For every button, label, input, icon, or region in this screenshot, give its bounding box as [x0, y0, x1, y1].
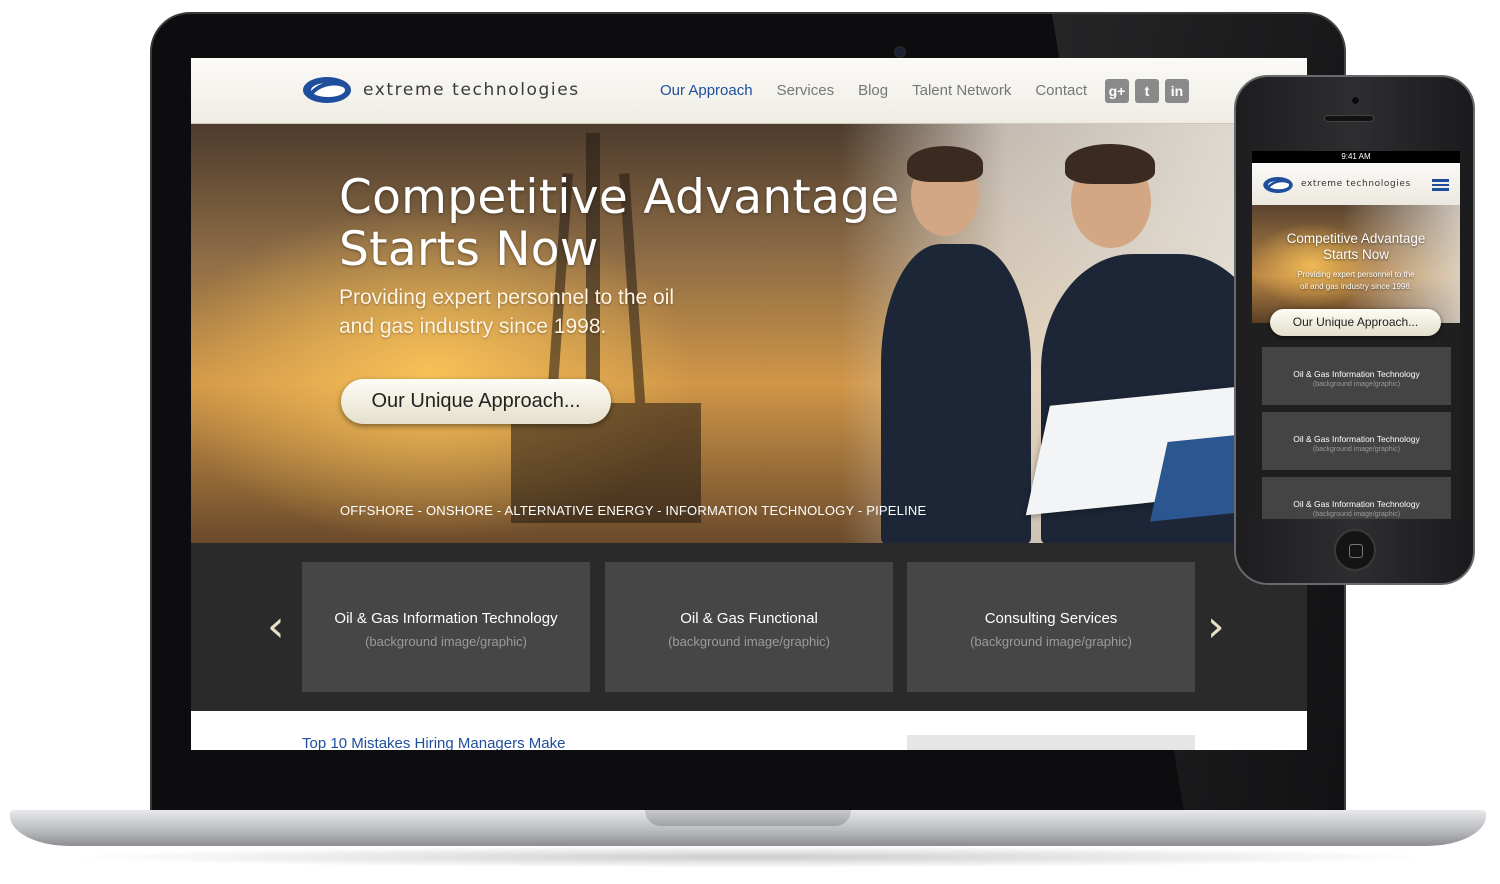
- business-people-photo: [1342, 205, 1460, 323]
- chevron-right-icon[interactable]: ›: [1207, 605, 1225, 649]
- card-title: Oil & Gas Information Technology: [1293, 369, 1420, 379]
- services-carousel: ‹ Oil & Gas Information Technology (back…: [191, 543, 1307, 711]
- nav-contact[interactable]: Contact: [1035, 82, 1087, 99]
- card-subtitle: (background image/graphic): [668, 634, 830, 649]
- mobile-website: 9:41 AM extreme technologies Competitive…: [1252, 151, 1460, 519]
- our-unique-approach-button[interactable]: Our Unique Approach...: [1270, 309, 1441, 336]
- nav-blog[interactable]: Blog: [858, 82, 888, 99]
- mobile-hero-title: Competitive Advantage Starts Now: [1252, 231, 1460, 263]
- mobile-header: extreme technologies: [1252, 163, 1460, 205]
- card-title: Oil & Gas Functional: [680, 610, 818, 627]
- card-subtitle: (background image/graphic): [970, 634, 1132, 649]
- status-bar: 9:41 AM: [1252, 151, 1460, 163]
- carousel-card[interactable]: Consulting Services (background image/gr…: [907, 562, 1195, 692]
- mobile-card[interactable]: Oil & Gas Information Technology (backgr…: [1262, 477, 1451, 519]
- nav-talent-network[interactable]: Talent Network: [912, 82, 1011, 99]
- mobile-hero-subtitle-line-2: oil and gas industry since 1998.: [1299, 282, 1413, 291]
- nav-services[interactable]: Services: [777, 82, 835, 99]
- sidebar-placeholder: [907, 735, 1195, 750]
- laptop-notch: [645, 810, 851, 826]
- hamburger-menu-icon[interactable]: [1432, 179, 1449, 191]
- carousel-card[interactable]: Oil & Gas Functional (background image/g…: [605, 562, 893, 692]
- twitter-icon[interactable]: t: [1135, 79, 1159, 103]
- device-mockup: extreme technologies Our Approach Servic…: [0, 0, 1500, 884]
- laptop-camera: [894, 46, 906, 58]
- mobile-hero-title-line-2: Starts Now: [1322, 247, 1390, 262]
- mobile-card[interactable]: Oil & Gas Information Technology (backgr…: [1262, 347, 1451, 405]
- card-title: Oil & Gas Information Technology: [1293, 434, 1420, 444]
- carousel-card[interactable]: Oil & Gas Information Technology (backgr…: [302, 562, 590, 692]
- mobile-hero-subtitle-line-1: Providing expert personnel to the: [1297, 270, 1415, 279]
- card-subtitle: (background image/graphic): [1312, 511, 1401, 518]
- logo-text[interactable]: extreme technologies: [363, 80, 580, 100]
- nav-our-approach[interactable]: Our Approach: [660, 82, 753, 99]
- home-button[interactable]: [1334, 529, 1376, 571]
- hero-title-line-1: Competitive Advantage: [339, 170, 900, 225]
- mobile-hero-title-line-1: Competitive Advantage: [1286, 231, 1426, 246]
- mobile-card[interactable]: Oil & Gas Information Technology (backgr…: [1262, 412, 1451, 470]
- article-link[interactable]: Top 10 Mistakes Hiring Managers Make: [302, 735, 565, 750]
- phone-camera: [1351, 96, 1360, 105]
- content-section: Top 10 Mistakes Hiring Managers Make: [191, 711, 1307, 750]
- card-subtitle: (background image/graphic): [1312, 381, 1401, 388]
- laptop-shadow: [60, 846, 1440, 868]
- desktop-website: extreme technologies Our Approach Servic…: [191, 58, 1307, 750]
- card-subtitle: (background image/graphic): [1312, 446, 1401, 453]
- card-subtitle: (background image/graphic): [365, 634, 527, 649]
- google-plus-icon[interactable]: g+: [1105, 79, 1129, 103]
- mobile-hero: Competitive Advantage Starts Now Providi…: [1252, 205, 1460, 323]
- social-links: g+ t in: [1105, 79, 1189, 103]
- logo-icon[interactable]: [1262, 175, 1294, 195]
- industry-tags: OFFSHORE - ONSHORE - ALTERNATIVE ENERGY …: [340, 503, 927, 518]
- phone-speaker: [1324, 115, 1374, 122]
- main-nav: Our Approach Services Blog Talent Networ…: [660, 82, 1087, 99]
- logo-icon[interactable]: [301, 74, 353, 106]
- our-unique-approach-button[interactable]: Our Unique Approach...: [341, 379, 611, 424]
- chevron-left-icon[interactable]: ‹: [267, 605, 285, 649]
- hero-subtitle: Providing expert personnel to the oil an…: [339, 283, 739, 341]
- hero-subtitle-line-2: and gas industry since 1998.: [339, 315, 607, 338]
- hero-subtitle-line-1: Providing expert personnel to the oil: [339, 286, 675, 309]
- card-title: Consulting Services: [984, 610, 1118, 627]
- logo-text[interactable]: extreme technologies: [1301, 179, 1411, 189]
- site-header: extreme technologies Our Approach Servic…: [191, 58, 1307, 124]
- mobile-hero-subtitle: Providing expert personnel to the oil an…: [1282, 269, 1430, 293]
- linkedin-icon[interactable]: in: [1165, 79, 1189, 103]
- hero-banner: Competitive Advantage Starts Now Providi…: [191, 124, 1307, 543]
- hero-title: Competitive Advantage Starts Now: [339, 172, 939, 276]
- phone-device: 9:41 AM extreme technologies Competitive…: [1234, 75, 1475, 585]
- card-title: Oil & Gas Information Technology: [1293, 499, 1420, 509]
- hero-title-line-2: Starts Now: [339, 222, 599, 277]
- card-title: Oil & Gas Information Technology: [334, 610, 558, 627]
